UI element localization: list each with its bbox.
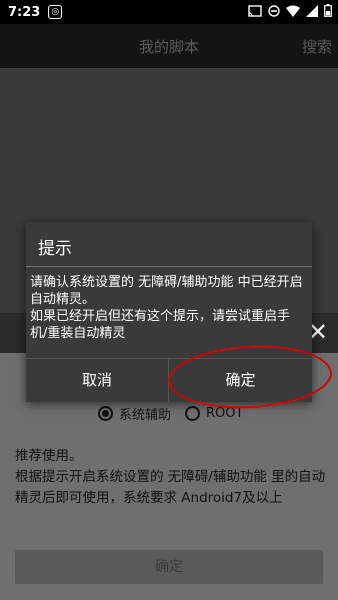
radio-label-system-assist: 系统辅助 [119, 408, 172, 423]
wifi-icon [286, 5, 300, 20]
search-button[interactable]: 搜索 [302, 36, 332, 57]
page-title: 我的脚本 [138, 38, 199, 56]
status-bar: 7:23 ◎ [0, 0, 338, 24]
dialog-cancel-button[interactable]: 取消 [26, 359, 168, 402]
status-time: 7:23 [8, 4, 41, 20]
prompt-dialog: 提示 请确认系统设置的 无障碍/辅助功能 中已经开启自动精灵。 如果已经开启但还… [26, 222, 312, 402]
signal-icon [306, 4, 318, 20]
app-bar: 我的脚本 搜索 [0, 24, 338, 68]
dialog-ok-button[interactable]: 确定 [169, 359, 312, 402]
app-notification-icon: ◎ [48, 5, 63, 19]
radio-label-root: ROOT [206, 406, 244, 421]
battery-icon [324, 4, 332, 20]
status-icons [248, 0, 332, 24]
dialog-title: 提示 [38, 239, 72, 259]
do-not-disturb-icon [268, 4, 280, 20]
mode-radio-group: 系统辅助 ROOT [98, 404, 257, 423]
radio-root[interactable] [185, 406, 201, 421]
dialog-message-line2: 如果已经开启但还有这个提示，请尝试重启手机/重装自动精灵 [30, 309, 291, 341]
cast-icon [248, 4, 262, 20]
dialog-message-line1: 请确认系统设置的 无障碍/辅助功能 中已经开启自动精灵。 [30, 275, 303, 307]
sheet-confirm-button[interactable]: 确定 [15, 550, 323, 584]
dialog-message: 请确认系统设置的 无障碍/辅助功能 中已经开启自动精灵。 如果已经开启但还有这个… [30, 274, 306, 342]
dialog-title-divider [26, 266, 312, 267]
radio-system-assist[interactable] [98, 406, 113, 421]
mode-description: 推荐使用。 根据提示开启系统设置的 无障碍/辅助功能 里的自动精灵后即可使用，系… [15, 448, 326, 506]
